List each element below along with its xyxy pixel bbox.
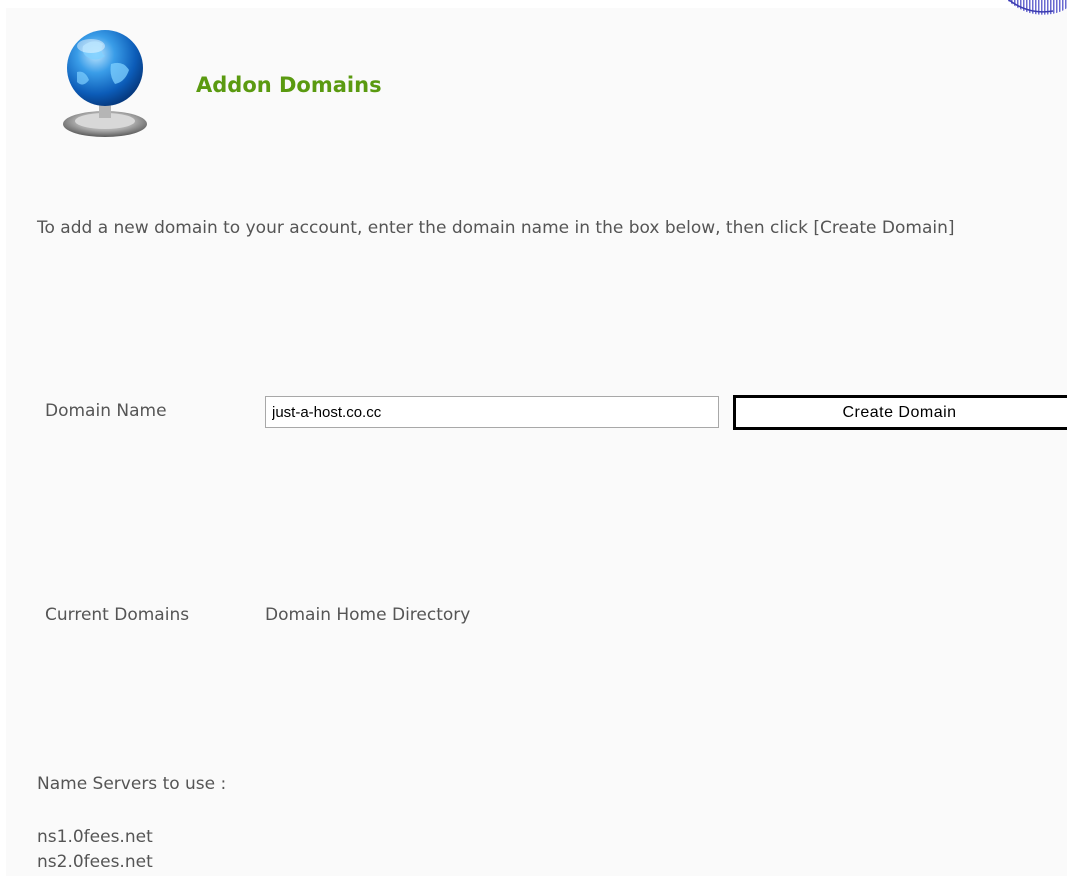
globe-icon <box>55 24 155 142</box>
left-edge <box>0 0 6 876</box>
addon-domains-page: Addon Domains To add a new domain to you… <box>0 0 1067 876</box>
corner-decoration <box>957 0 1067 22</box>
create-domain-button[interactable]: Create Domain <box>733 395 1067 430</box>
page-title: Addon Domains <box>196 73 382 97</box>
name-servers-label: Name Servers to use : <box>37 774 227 794</box>
domain-name-label: Domain Name <box>45 401 167 421</box>
name-server-item: ns1.0fees.net <box>37 827 153 847</box>
domain-home-directory-header: Domain Home Directory <box>265 605 471 625</box>
instructions-text: To add a new domain to your account, ent… <box>37 218 955 238</box>
domain-name-input[interactable] <box>265 396 719 428</box>
top-strip <box>0 0 1067 8</box>
current-domains-header: Current Domains <box>45 605 190 625</box>
name-server-item: ns2.0fees.net <box>37 852 153 872</box>
